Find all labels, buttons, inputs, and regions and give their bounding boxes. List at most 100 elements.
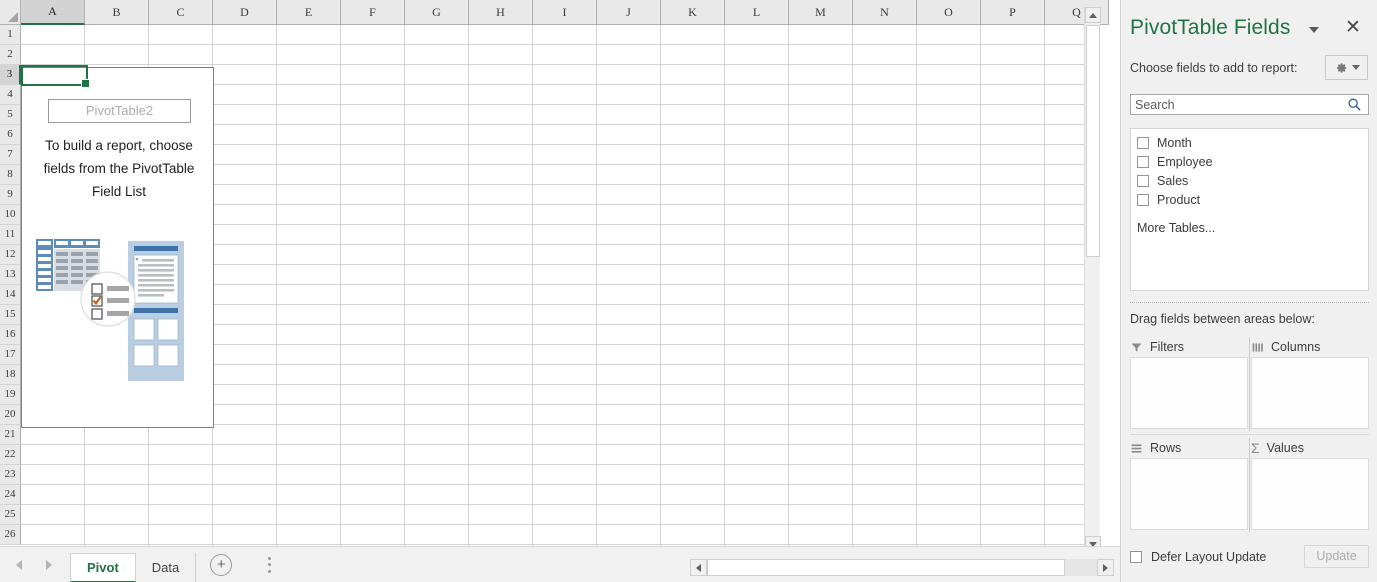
- field-list[interactable]: Month Employee Sales Product More Tables...: [1130, 128, 1369, 291]
- defer-layout-checkbox[interactable]: [1130, 550, 1142, 563]
- row-header-20[interactable]: 20: [0, 405, 21, 425]
- row-header-17[interactable]: 17: [0, 345, 21, 365]
- choose-fields-label: Choose fields to add to report:: [1130, 61, 1298, 75]
- defer-layout-label: Defer Layout Update: [1151, 549, 1267, 564]
- row-header-4[interactable]: 4: [0, 85, 21, 105]
- row-header-12[interactable]: 12: [0, 245, 21, 265]
- sheet-tab-pivot[interactable]: Pivot: [70, 552, 136, 582]
- worksheet-grid-area: ABCDEFGHIJKLMNOPQ 1 2 3 4 5 6 7 8 9 10 11 12 13 14 15 1…: [0, 0, 1120, 582]
- column-header-g[interactable]: G: [405, 0, 469, 25]
- row-header-2[interactable]: 2: [0, 45, 21, 65]
- column-header-m[interactable]: M: [789, 0, 853, 25]
- row-header-16[interactable]: 16: [0, 325, 21, 345]
- area-values-label: Values: [1266, 441, 1304, 455]
- row-header-11[interactable]: 11: [0, 225, 21, 245]
- field-checkbox-product[interactable]: [1137, 193, 1149, 206]
- areas-divider-vertical-top: [1249, 337, 1250, 431]
- field-item-product[interactable]: Product: [1131, 190, 1368, 209]
- area-filters-dropzone[interactable]: [1130, 357, 1248, 429]
- triangle-right-icon: [46, 559, 52, 570]
- row-header-3[interactable]: 3: [0, 65, 21, 85]
- horizontal-scroll-thumb[interactable]: [707, 559, 1065, 576]
- row-header-14[interactable]: 14: [0, 285, 21, 305]
- pivottable-instruction-text: To build a report, choose fields from th…: [43, 138, 195, 199]
- row-header-22[interactable]: 22: [0, 445, 21, 465]
- row-header-10[interactable]: 10: [0, 205, 21, 225]
- area-columns-dropzone[interactable]: [1251, 357, 1369, 429]
- row-header-18[interactable]: 18: [0, 365, 21, 385]
- update-button[interactable]: Update: [1304, 545, 1369, 568]
- areas-divider-horizontal: [1130, 434, 1369, 435]
- field-checkbox-employee[interactable]: [1137, 155, 1149, 168]
- area-filters-label: Filters: [1150, 340, 1185, 354]
- chevron-down-icon[interactable]: [1309, 27, 1319, 33]
- vertical-scrollbar[interactable]: [1084, 7, 1101, 552]
- field-checkbox-month[interactable]: [1137, 136, 1149, 149]
- add-sheet-button[interactable]: +: [210, 553, 233, 576]
- row-header-26[interactable]: 26: [0, 525, 21, 545]
- row-header-5[interactable]: 5: [0, 105, 21, 125]
- area-rows-dropzone[interactable]: [1130, 458, 1248, 530]
- column-header-k[interactable]: K: [661, 0, 725, 25]
- row-header-23[interactable]: 23: [0, 465, 21, 485]
- row-header-13[interactable]: 13: [0, 265, 21, 285]
- column-header-j[interactable]: J: [597, 0, 661, 25]
- horizontal-scroll-track[interactable]: [707, 559, 1097, 576]
- column-header-c[interactable]: C: [149, 0, 213, 25]
- row-header-6[interactable]: 6: [0, 125, 21, 145]
- close-icon[interactable]: ✕: [1343, 18, 1363, 38]
- select-all-corner[interactable]: [0, 0, 21, 25]
- field-item-employee[interactable]: Employee: [1131, 152, 1368, 171]
- column-header-n[interactable]: N: [853, 0, 917, 25]
- field-item-month[interactable]: Month: [1131, 133, 1368, 152]
- row-header-25[interactable]: 25: [0, 505, 21, 525]
- row-header-1[interactable]: 1: [0, 25, 21, 45]
- field-checkbox-sales[interactable]: [1137, 174, 1149, 187]
- column-header-d[interactable]: D: [213, 0, 277, 25]
- area-columns-label: Columns: [1271, 340, 1321, 354]
- row-header-21[interactable]: 21: [0, 425, 21, 445]
- column-header-l[interactable]: L: [725, 0, 789, 25]
- column-header-o[interactable]: O: [917, 0, 981, 25]
- row-header-19[interactable]: 19: [0, 385, 21, 405]
- sheet-tab-data[interactable]: Data: [135, 552, 197, 582]
- panel-divider: [1130, 302, 1369, 303]
- gear-icon: [1336, 62, 1346, 73]
- sheet-next-button[interactable]: [42, 558, 56, 572]
- area-values-dropzone[interactable]: [1251, 458, 1369, 530]
- row-header-7[interactable]: 7: [0, 145, 21, 165]
- row-header-column: 1 2 3 4 5 6 7 8 9 10 11 12 13 14 15 16 17 18 19 20 21 22 23 24 2…: [0, 25, 21, 545]
- sheet-prev-button[interactable]: [12, 558, 26, 572]
- area-rows[interactable]: Rows: [1130, 438, 1248, 532]
- horizontal-scrollbar[interactable]: [690, 559, 1114, 576]
- column-header-i[interactable]: I: [533, 0, 597, 25]
- row-header-9[interactable]: 9: [0, 185, 21, 205]
- panel-options-button[interactable]: [1325, 55, 1368, 80]
- column-header-a[interactable]: A: [21, 0, 85, 25]
- area-filters[interactable]: Filters: [1130, 337, 1248, 431]
- column-header-b[interactable]: B: [85, 0, 149, 25]
- column-header-h[interactable]: H: [469, 0, 533, 25]
- active-cell-a3[interactable]: [21, 65, 90, 88]
- column-header-f[interactable]: F: [341, 0, 405, 25]
- sheet-tabs: Pivot Data: [70, 547, 197, 582]
- tab-split-handle[interactable]: [268, 556, 272, 573]
- row-header-8[interactable]: 8: [0, 165, 21, 185]
- search-icon[interactable]: [1347, 97, 1362, 112]
- search-input[interactable]: [1131, 96, 1347, 113]
- scroll-right-button[interactable]: [1097, 559, 1114, 576]
- area-values[interactable]: Σ Values: [1251, 438, 1369, 532]
- scroll-left-button[interactable]: [690, 559, 707, 576]
- columns-icon: [1252, 342, 1263, 352]
- area-columns[interactable]: Columns: [1251, 337, 1369, 431]
- scroll-up-button[interactable]: [1085, 7, 1101, 23]
- search-field-wrapper[interactable]: [1130, 94, 1369, 115]
- column-header-e[interactable]: E: [277, 0, 341, 25]
- pivottable-placeholder[interactable]: PivotTable2 To build a report, choose fi…: [21, 67, 214, 428]
- more-tables-link[interactable]: More Tables...: [1131, 221, 1368, 235]
- field-item-sales[interactable]: Sales: [1131, 171, 1368, 190]
- row-header-24[interactable]: 24: [0, 485, 21, 505]
- column-header-p[interactable]: P: [981, 0, 1045, 25]
- row-header-15[interactable]: 15: [0, 305, 21, 325]
- vertical-scroll-thumb[interactable]: [1086, 25, 1100, 257]
